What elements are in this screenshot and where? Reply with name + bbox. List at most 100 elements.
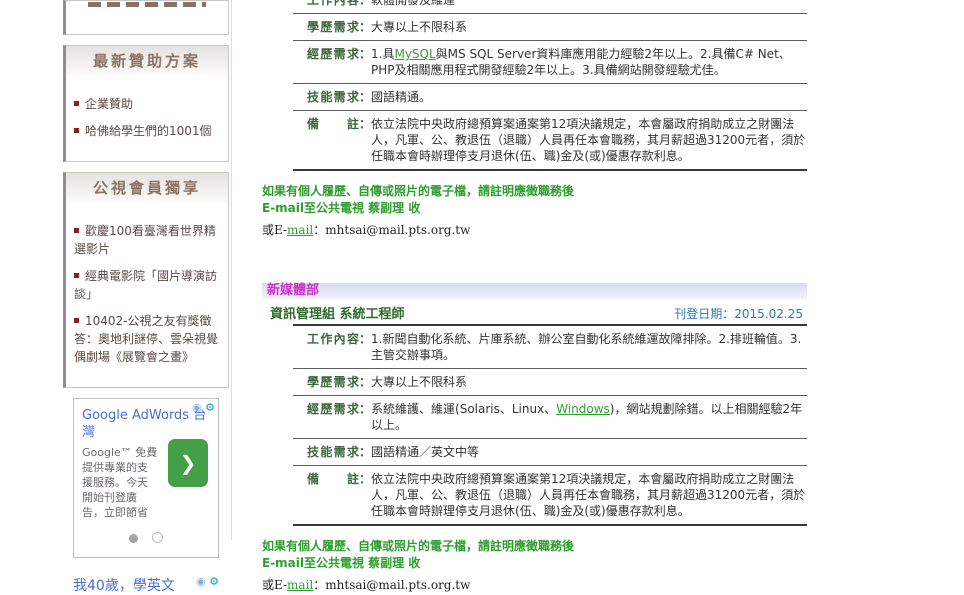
row-skill: 技能需求： 國語精通。 (293, 84, 807, 111)
mail-link[interactable]: mail (287, 578, 313, 592)
label-colon: ： (359, 444, 371, 460)
exp-text: 系統維護、維運(Solaris、Linux、 (371, 402, 556, 416)
field-label: 技能需求 (307, 444, 359, 460)
row-work-content: 工作內容： 1.新聞自動化系統、片庫系統、辦公室自動化系統維運故障排除。2.排班… (293, 326, 807, 369)
department-header: 新媒體部 (262, 283, 807, 299)
job-table-1: 工作內容： 軟體開發及維運 學歷需求： 大專以上不限科系 經歷需求： 1.具My… (293, 0, 807, 171)
google-ad-2: ◉ ⚙ 我40歲，學英文 (73, 572, 219, 595)
sidebar-box-sponsor: 最新贊助方案 企業贊助 哈佛給學生們的1001個 (63, 45, 229, 162)
carousel-dot[interactable] (152, 532, 163, 543)
column-divider (231, 0, 232, 540)
field-value: 軟體開發及維運 (371, 0, 807, 8)
sidebar-item-label: 歡慶100看臺灣看世界精選影片 (74, 224, 216, 256)
adchoices-icon[interactable]: ◉ (192, 401, 202, 414)
windows-link[interactable]: Windows (556, 402, 610, 416)
member-section-body: 歡慶100看臺灣看世界精選影片 經典電影院「國片導演訪談」 10402-公視之友… (66, 203, 228, 387)
email-address: ：mhtsai@mail.pts.org.tw (313, 578, 470, 592)
email-prefix: 或E- (262, 578, 287, 592)
ad-title-link[interactable]: Google AdWords 台灣 (82, 407, 210, 441)
field-value: 系統維護、維運(Solaris、Linux、Windows)，網站規劃除錯。以上… (371, 401, 807, 433)
bullet-icon (74, 273, 79, 278)
sidebar-item-label: 哈佛給學生們的1001個 (85, 124, 212, 138)
job-table-2: 工作內容： 1.新聞自動化系統、片庫系統、辦公室自動化系統維運故障排除。2.排班… (293, 324, 807, 526)
ad-next-button[interactable]: ❯ (168, 439, 208, 487)
email-address: ：mhtsai@mail.pts.org.tw (313, 223, 470, 237)
field-value: 1.具MySQL與MS SQL Server資料庫應用能力經驗2年以上。2.具備… (371, 46, 807, 78)
label-colon: ： (359, 471, 371, 519)
row-skill: 技能需求： 國語精通／英文中等 (293, 439, 807, 466)
ad-choice-icons: ◉ ⚙ (196, 576, 219, 587)
field-value: 國語精通／英文中等 (371, 444, 807, 460)
job-title: 資訊管理組 系統工程師 (270, 303, 405, 322)
sidebar-item-label: 經典電影院「國片導演訪談」 (74, 269, 217, 301)
label-colon: ： (359, 0, 371, 8)
row-education: 學歷需求： 大專以上不限科系 (293, 14, 807, 41)
sponsor-section-title: 最新贊助方案 (66, 46, 228, 76)
sponsor-section-body: 企業贊助 哈佛給學生們的1001個 (66, 76, 228, 161)
mail-link[interactable]: mail (287, 223, 313, 237)
field-label: 備 註 (307, 116, 359, 164)
field-label: 學歷需求 (307, 19, 359, 35)
contact-block-1: 如果有個人履歷、自傳或照片的電子檔，請註明應徵職務後 E-mail至公共電視 蔡… (262, 183, 807, 239)
bullet-icon (74, 228, 79, 233)
row-education: 學歷需求： 大專以上不限科系 (293, 369, 807, 396)
label-colon: ： (359, 401, 371, 433)
clipped-heading (88, 2, 206, 7)
label-colon: ： (359, 116, 371, 164)
sidebar-box-clipped (63, 0, 229, 35)
sidebar-item-100-films[interactable]: 歡慶100看臺灣看世界精選影片 (74, 222, 220, 258)
sidebar-item-corporate-sponsor[interactable]: 企業贊助 (74, 95, 220, 113)
row-experience: 經歷需求： 1.具MySQL與MS SQL Server資料庫應用能力經驗2年以… (293, 41, 807, 84)
contact-line1: 如果有個人履歷、自傳或照片的電子檔，請註明應徵職務後 (262, 183, 807, 200)
field-value: 大專以上不限科系 (371, 374, 807, 390)
contact-line1: 如果有個人履歷、自傳或照片的電子檔，請註明應徵職務後 (262, 538, 807, 555)
label-colon: ： (359, 374, 371, 390)
field-label: 經歷需求 (307, 46, 359, 78)
sidebar: 最新贊助方案 企業贊助 哈佛給學生們的1001個 公視會員獨享 歡慶100看臺灣… (63, 0, 229, 595)
field-value: 國語精通。 (371, 89, 807, 105)
ad-body-text: Google™ 免費提供專業的支援服務。今天開始刊登廣告，立即節省 (82, 445, 158, 520)
row-work-content: 工作內容： 軟體開發及維運 (293, 0, 807, 14)
field-label: 技能需求 (307, 89, 359, 105)
label-colon: ： (359, 46, 371, 78)
carousel-dot-active[interactable] (129, 534, 138, 543)
field-value: 依立法院中央政府總預算案通案第12項決議規定，本會屬政府捐助成立之財團法人，凡軍… (371, 471, 807, 519)
mysql-link[interactable]: MySQL (394, 47, 435, 61)
row-note: 備 註： 依立法院中央政府總預算案通案第12項決議規定，本會屬政府捐助成立之財團… (293, 466, 807, 526)
sidebar-item-quiz[interactable]: 10402-公視之友有獎徵答：奧地利謎停、雲朵視覺偶劇場《展覽會之畫》 (74, 312, 220, 366)
exp-text: 1.具 (371, 47, 394, 61)
gear-icon[interactable]: ⚙ (209, 575, 219, 588)
contact-email-line: 或E-mail：mhtsai@mail.pts.org.tw (262, 577, 807, 594)
sidebar-item-label: 企業贊助 (85, 97, 133, 111)
field-label: 備 註 (307, 471, 359, 519)
row-note: 備 註： 依立法院中央政府總預算案通案第12項決議規定，本會屬政府捐助成立之財團… (293, 111, 807, 171)
ad-carousel-dots (82, 528, 210, 547)
field-label: 經歷需求 (307, 401, 359, 433)
sidebar-box-member: 公視會員獨享 歡慶100看臺灣看世界精選影片 經典電影院「國片導演訪談」 104… (63, 172, 229, 388)
field-label: 工作內容 (307, 331, 359, 363)
contact-line2: E-mail至公共電視 蔡副理 收 (262, 200, 807, 217)
sidebar-item-label: 10402-公視之友有獎徵答：奧地利謎停、雲朵視覺偶劇場《展覽會之畫》 (74, 314, 218, 364)
field-label: 工作內容 (307, 0, 359, 8)
bullet-icon (74, 318, 79, 323)
adchoices-icon[interactable]: ◉ (196, 575, 206, 588)
publish-date: 刊登日期：2015.02.25 (674, 305, 807, 322)
bullet-icon (74, 128, 79, 133)
email-prefix: 或E- (262, 223, 287, 237)
label-colon: ： (359, 331, 371, 363)
sidebar-item-cinema[interactable]: 經典電影院「國片導演訪談」 (74, 267, 220, 303)
field-value: 大專以上不限科系 (371, 19, 807, 35)
label-colon: ： (359, 89, 371, 105)
contact-block-2: 如果有個人履歷、自傳或照片的電子檔，請註明應徵職務後 E-mail至公共電視 蔡… (262, 538, 807, 594)
google-ad: ◉ ⚙ Google AdWords 台灣 Google™ 免費提供專業的支援服… (73, 398, 219, 558)
row-experience: 經歷需求： 系統維護、維運(Solaris、Linux、Windows)，網站規… (293, 396, 807, 439)
field-value: 1.新聞自動化系統、片庫系統、辦公室自動化系統維運故障排除。2.排班輪值。3.主… (371, 331, 807, 363)
sidebar-item-1001[interactable]: 哈佛給學生們的1001個 (74, 122, 220, 140)
ad-choice-icons: ◉ ⚙ (192, 402, 215, 413)
job-title-row: 資訊管理組 系統工程師 刊登日期：2015.02.25 (262, 299, 807, 324)
job-listings: 工作內容： 軟體開發及維運 學歷需求： 大專以上不限科系 經歷需求： 1.具My… (262, 0, 807, 594)
gear-icon[interactable]: ⚙ (205, 401, 215, 414)
member-section-title: 公視會員獨享 (66, 173, 228, 203)
contact-line2: E-mail至公共電視 蔡副理 收 (262, 555, 807, 572)
contact-email-line: 或E-mail：mhtsai@mail.pts.org.tw (262, 222, 807, 239)
